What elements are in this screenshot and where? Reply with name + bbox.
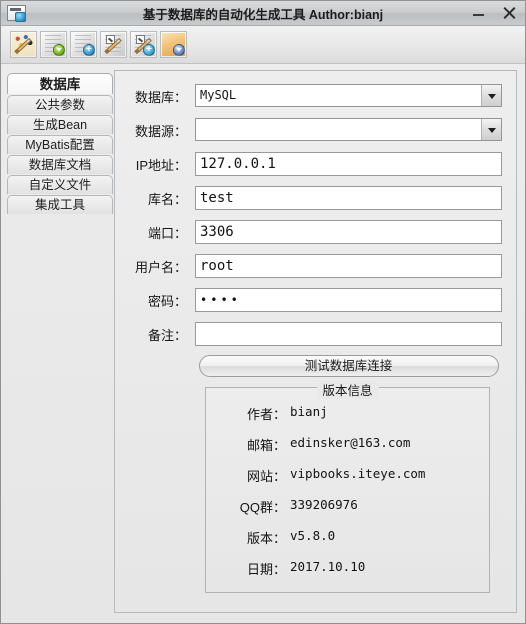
sidebar-item-common-params[interactable]: 公共参数: [7, 95, 113, 114]
toolbar-download-config-button[interactable]: [160, 31, 187, 58]
toolbar: [1, 26, 525, 64]
body-area: 数据库 公共参数 生成Bean MyBatis配置 数据库文档 自定义文件 集成…: [1, 64, 525, 623]
version-value: edinsker@163.com: [290, 435, 411, 450]
datasource-label: 数据源：: [134, 123, 187, 139]
minimize-button[interactable]: [471, 5, 487, 21]
download-badge-icon: [173, 44, 185, 56]
field-row-database: 数据库： MySQL: [117, 83, 502, 109]
chevron-down-icon[interactable]: [481, 85, 501, 106]
datasource-select[interactable]: [195, 118, 502, 141]
version-row-date: 日期： 2017.10.10: [206, 559, 489, 578]
password-label: 密码：: [147, 293, 187, 309]
version-value: 339206976: [290, 497, 358, 512]
sidebar-item-label: 数据库文档: [28, 158, 92, 172]
window-title: 基于数据库的自动化生成工具 Author:bianj: [142, 7, 384, 22]
database-select-value: MySQL: [200, 88, 237, 102]
add-badge-icon: [143, 44, 155, 56]
field-row-dbname: 库名： test: [117, 185, 502, 211]
test-connection-button[interactable]: 测试数据库连接: [198, 355, 499, 377]
window-controls: [471, 5, 525, 21]
version-key: 邮箱：: [246, 438, 286, 453]
sidebar-item-label: 集成工具: [34, 198, 85, 212]
version-info-panel: 版本信息 作者： bianj 邮箱： edinsker@163.com 网站： …: [205, 380, 490, 593]
version-row-website: 网站： vipbooks.iteye.com: [206, 466, 489, 485]
version-row-email: 邮箱： edinsker@163.com: [206, 435, 489, 454]
version-key: 日期：: [246, 562, 286, 577]
dbname-label: 库名：: [147, 191, 187, 207]
toolbar-open-config-green-button[interactable]: [40, 31, 67, 58]
field-row-remark: 备注：: [117, 321, 502, 347]
title-bar: 基于数据库的自动化生成工具 Author:bianj: [1, 1, 525, 26]
datasource-select-value: [196, 119, 481, 140]
toolbar-new-project-button[interactable]: [10, 31, 37, 58]
version-info-title: 版本信息: [316, 380, 379, 399]
database-select[interactable]: MySQL: [195, 84, 502, 107]
sidebar-item-generate-bean[interactable]: 生成Bean: [7, 115, 113, 134]
toolbar-edit-config-button[interactable]: [100, 31, 127, 58]
version-value: v5.8.0: [290, 528, 336, 543]
sidebar-tabs: 数据库 公共参数 生成Bean MyBatis配置 数据库文档 自定义文件 集成…: [7, 70, 113, 613]
database-label: 数据库：: [134, 89, 187, 105]
test-connection-row: 测试数据库连接: [117, 355, 502, 377]
version-row-version: 版本： v5.8.0: [206, 528, 489, 547]
remark-label: 备注：: [147, 327, 187, 343]
version-value: vipbooks.iteye.com: [290, 466, 426, 481]
database-settings-panel: 数据库： MySQL 数据源： IP地址： 127.0.0.1 库名： test…: [114, 70, 517, 613]
download-badge-icon: [53, 44, 65, 56]
port-input[interactable]: 3306: [195, 220, 502, 244]
version-row-author: 作者： bianj: [206, 404, 489, 423]
app-window-icon: [5, 4, 27, 22]
sidebar-item-integration-tools[interactable]: 集成工具: [7, 195, 113, 214]
folder-icon: [162, 33, 185, 56]
app-window: 基于数据库的自动化生成工具 Author:bianj + + 数据库 公共参数 …: [0, 0, 526, 624]
pencil-icon: [104, 36, 123, 55]
field-row-datasource: 数据源：: [117, 117, 502, 143]
version-key: 作者：: [246, 407, 286, 422]
ip-input[interactable]: 127.0.0.1: [195, 152, 502, 176]
toolbar-open-config-blue-button[interactable]: [70, 31, 97, 58]
close-button[interactable]: [501, 5, 517, 21]
document-stack-icon: [42, 33, 65, 56]
version-value: bianj: [290, 404, 328, 419]
sidebar-item-label: 公共参数: [34, 98, 85, 112]
document-stack-icon: [72, 33, 95, 56]
sidebar-item-custom-file[interactable]: 自定义文件: [7, 175, 113, 194]
sidebar-item-database[interactable]: 数据库: [7, 73, 113, 94]
password-input[interactable]: ••••: [195, 288, 502, 312]
field-row-password: 密码： ••••: [117, 287, 502, 313]
version-value: 2017.10.10: [290, 559, 366, 574]
sidebar-item-db-document[interactable]: 数据库文档: [7, 155, 113, 174]
gem-icon: [15, 12, 26, 22]
username-label: 用户名：: [134, 259, 187, 275]
toolbar-add-config-button[interactable]: [130, 31, 157, 58]
palette-icon: [12, 33, 35, 56]
version-key: 版本：: [246, 531, 286, 546]
sidebar-item-mybatis-config[interactable]: MyBatis配置: [7, 135, 113, 154]
port-label: 端口：: [147, 225, 187, 241]
pencil-icon: [14, 36, 33, 55]
version-key: QQ群：: [239, 500, 286, 515]
chevron-down-icon[interactable]: [481, 119, 501, 140]
sidebar-item-label: 数据库: [39, 77, 81, 92]
dbname-input[interactable]: test: [195, 186, 502, 210]
sidebar-item-label: MyBatis配置: [25, 138, 95, 152]
field-row-port: 端口： 3306: [117, 219, 502, 245]
version-key: 网站：: [246, 469, 286, 484]
sidebar-item-label: 自定义文件: [28, 178, 92, 192]
field-row-username: 用户名： root: [117, 253, 502, 279]
username-input[interactable]: root: [195, 254, 502, 278]
version-row-qq-group: QQ群： 339206976: [206, 497, 489, 516]
remark-input[interactable]: [195, 322, 502, 346]
edit-pencil-icon: [102, 33, 125, 56]
add-badge-icon: [83, 44, 95, 56]
ip-label: IP地址：: [135, 157, 187, 173]
edit-pencil-icon: [132, 33, 155, 56]
field-row-ip: IP地址： 127.0.0.1: [117, 151, 502, 177]
sidebar-item-label: 生成Bean: [32, 118, 88, 132]
